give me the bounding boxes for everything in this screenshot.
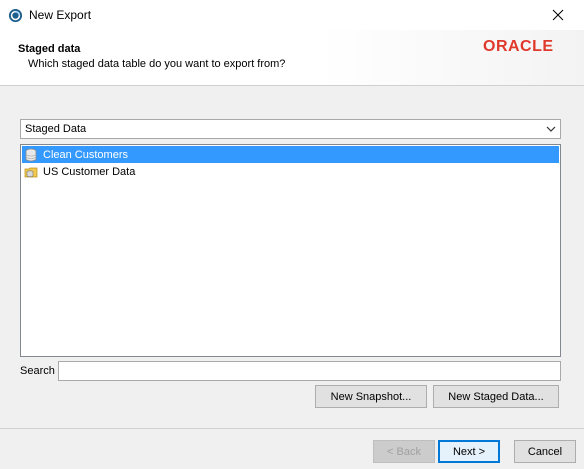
database-icon	[25, 148, 37, 161]
app-icon	[8, 8, 23, 23]
data-folder-icon	[24, 167, 38, 177]
source-type-dropdown[interactable]: Staged Data	[20, 119, 561, 139]
oracle-logo: ORACLE	[483, 38, 554, 55]
staged-data-list[interactable]: Clean Customers US Customer Data	[20, 144, 561, 357]
page-subtitle: Which staged data table do you want to e…	[28, 58, 286, 70]
back-button[interactable]: < Back	[373, 440, 435, 463]
next-button[interactable]: Next >	[438, 440, 500, 463]
new-snapshot-button[interactable]: New Snapshot...	[315, 385, 427, 408]
close-icon	[552, 9, 564, 21]
new-staged-data-button[interactable]: New Staged Data...	[433, 385, 559, 408]
close-button[interactable]	[546, 4, 570, 26]
list-item[interactable]: US Customer Data	[22, 163, 559, 180]
list-item-label: US Customer Data	[43, 165, 136, 178]
page-title: Staged data	[18, 43, 81, 55]
list-item-label: Clean Customers	[43, 148, 128, 161]
chevron-down-icon	[546, 126, 556, 132]
list-item[interactable]: Clean Customers	[22, 146, 559, 163]
source-type-value: Staged Data	[25, 123, 87, 135]
cancel-button[interactable]: Cancel	[514, 440, 576, 463]
window-title: New Export	[29, 8, 92, 22]
search-input[interactable]	[58, 361, 561, 381]
wizard-header: Staged data Which staged data table do y…	[0, 30, 584, 86]
search-label: Search	[20, 365, 55, 377]
title-bar: New Export	[0, 0, 584, 30]
footer-divider	[0, 428, 584, 429]
